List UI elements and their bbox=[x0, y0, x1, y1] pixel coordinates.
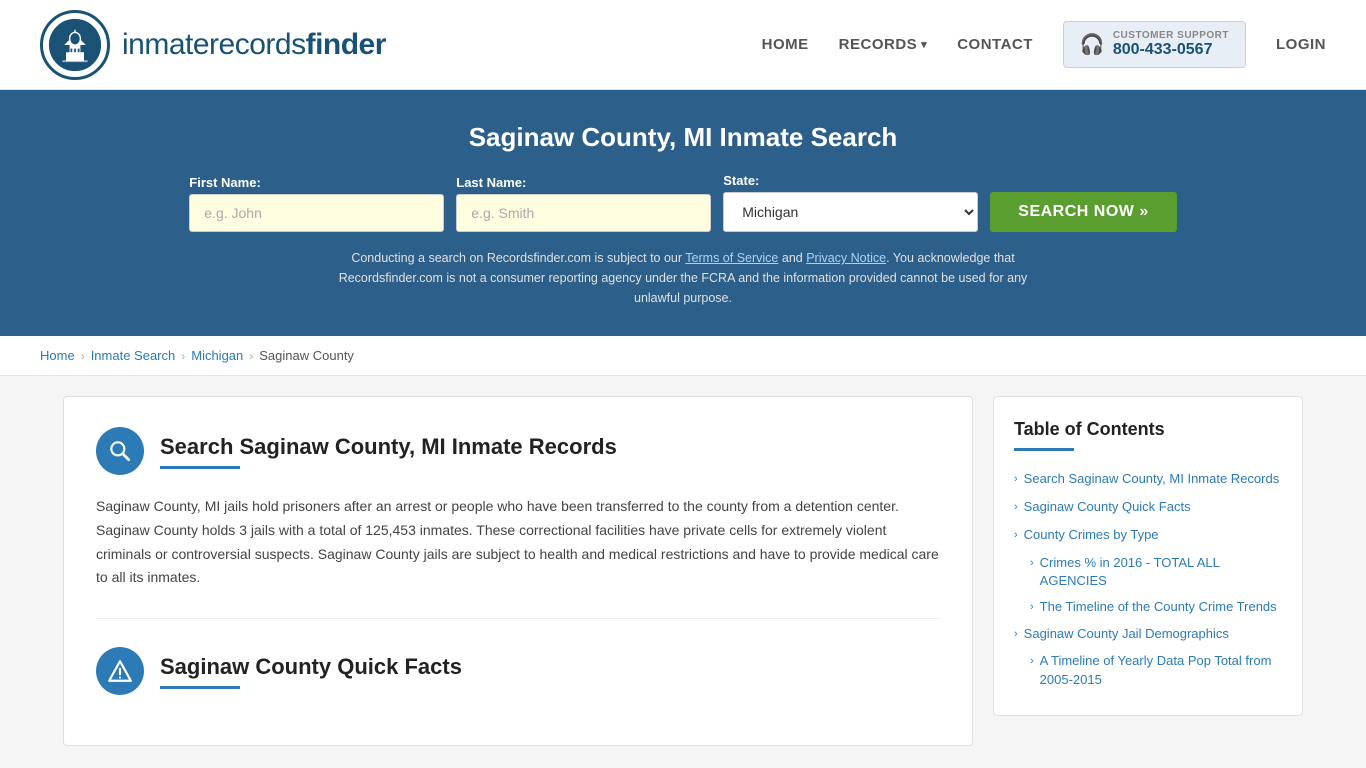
section2-underline bbox=[160, 686, 240, 689]
first-name-label: First Name: bbox=[189, 175, 261, 190]
headphone-icon: 🎧 bbox=[1080, 32, 1105, 57]
search-form: First Name: Last Name: State: Michigan A… bbox=[40, 173, 1326, 232]
logo-icon bbox=[40, 10, 110, 80]
state-label: State: bbox=[723, 173, 759, 188]
nav-records-label: RECORDS bbox=[839, 36, 918, 53]
toc-box: Table of Contents › Search Saginaw Count… bbox=[993, 396, 1303, 716]
search-button[interactable]: SEARCH NOW » bbox=[990, 192, 1176, 232]
toc-subitem-2[interactable]: › The Timeline of the County Crime Trend… bbox=[1014, 594, 1282, 620]
toc-title: Table of Contents bbox=[1014, 419, 1282, 440]
section1-title: Search Saginaw County, MI Inmate Records bbox=[160, 434, 617, 460]
section1-underline bbox=[160, 466, 240, 469]
sidebar: Table of Contents › Search Saginaw Count… bbox=[993, 396, 1303, 746]
breadcrumb-sep-1: › bbox=[81, 349, 85, 363]
first-name-group: First Name: bbox=[189, 175, 444, 232]
section1-body: Saginaw County, MI jails hold prisoners … bbox=[96, 495, 940, 590]
toc-subitem-3[interactable]: › A Timeline of Yearly Data Pop Total fr… bbox=[1014, 648, 1282, 692]
section-divider bbox=[96, 618, 940, 619]
toc-chevron-icon-2: › bbox=[1014, 500, 1018, 515]
breadcrumb-michigan[interactable]: Michigan bbox=[191, 348, 243, 363]
breadcrumb-sep-2: › bbox=[181, 349, 185, 363]
breadcrumb: Home › Inmate Search › Michigan › Sagina… bbox=[0, 336, 1366, 376]
search-icon-circle bbox=[96, 427, 144, 475]
toc-chevron-icon-7: › bbox=[1030, 654, 1034, 669]
hero-title: Saginaw County, MI Inmate Search bbox=[40, 122, 1326, 153]
toc-item-4[interactable]: › Saginaw County Jail Demographics bbox=[1014, 620, 1282, 648]
state-group: State: Michigan Alabama Alaska Arizona C… bbox=[723, 173, 978, 232]
nav-login[interactable]: LOGIN bbox=[1276, 36, 1326, 53]
section2-header: Saginaw County Quick Facts bbox=[96, 647, 940, 695]
last-name-input[interactable] bbox=[456, 194, 711, 232]
hero-disclaimer: Conducting a search on Recordsfinder.com… bbox=[333, 248, 1033, 308]
terms-of-service-link[interactable]: Terms of Service bbox=[685, 251, 778, 265]
toc-chevron-icon-5: › bbox=[1030, 600, 1034, 615]
main-content: Search Saginaw County, MI Inmate Records… bbox=[43, 396, 1323, 746]
main-nav: HOME RECORDS ▾ CONTACT 🎧 CUSTOMER SUPPOR… bbox=[762, 21, 1326, 68]
toc-item-1[interactable]: › Search Saginaw County, MI Inmate Recor… bbox=[1014, 465, 1282, 493]
support-number: 800-433-0567 bbox=[1113, 41, 1213, 59]
state-select[interactable]: Michigan Alabama Alaska Arizona Californ… bbox=[723, 192, 978, 232]
site-header: inmaterecordsfinder HOME RECORDS ▾ CONTA… bbox=[0, 0, 1366, 90]
toc-item-3[interactable]: › County Crimes by Type bbox=[1014, 521, 1282, 549]
logo-text: inmaterecordsfinder bbox=[122, 28, 386, 62]
toc-chevron-icon-1: › bbox=[1014, 472, 1018, 487]
section2-title: Saginaw County Quick Facts bbox=[160, 654, 462, 680]
breadcrumb-current: Saginaw County bbox=[259, 348, 354, 363]
toc-chevron-icon-6: › bbox=[1014, 627, 1018, 642]
alert-icon bbox=[107, 658, 133, 684]
section1-header: Search Saginaw County, MI Inmate Records bbox=[96, 427, 940, 475]
last-name-label: Last Name: bbox=[456, 175, 526, 190]
support-text: CUSTOMER SUPPORT 800-433-0567 bbox=[1113, 30, 1229, 59]
toc-subitem-1[interactable]: › Crimes % in 2016 - TOTAL ALL AGENCIES bbox=[1014, 550, 1282, 594]
chevron-down-icon: ▾ bbox=[921, 38, 927, 51]
nav-contact[interactable]: CONTACT bbox=[957, 36, 1033, 53]
breadcrumb-sep-3: › bbox=[249, 349, 253, 363]
breadcrumb-home[interactable]: Home bbox=[40, 348, 75, 363]
breadcrumb-inmate-search[interactable]: Inmate Search bbox=[91, 348, 176, 363]
toc-divider bbox=[1014, 448, 1074, 451]
article: Search Saginaw County, MI Inmate Records… bbox=[63, 396, 973, 746]
toc-chevron-icon-3: › bbox=[1014, 528, 1018, 543]
privacy-notice-link[interactable]: Privacy Notice bbox=[806, 251, 886, 265]
logo-area: inmaterecordsfinder bbox=[40, 10, 386, 80]
hero-section: Saginaw County, MI Inmate Search First N… bbox=[0, 90, 1366, 336]
nav-records[interactable]: RECORDS ▾ bbox=[839, 36, 928, 53]
support-box[interactable]: 🎧 CUSTOMER SUPPORT 800-433-0567 bbox=[1063, 21, 1246, 68]
toc-item-2[interactable]: › Saginaw County Quick Facts bbox=[1014, 493, 1282, 521]
toc-chevron-icon-4: › bbox=[1030, 556, 1034, 571]
first-name-input[interactable] bbox=[189, 194, 444, 232]
last-name-group: Last Name: bbox=[456, 175, 711, 232]
alert-icon-circle bbox=[96, 647, 144, 695]
support-label: CUSTOMER SUPPORT bbox=[1113, 30, 1229, 41]
nav-home[interactable]: HOME bbox=[762, 36, 809, 53]
search-icon bbox=[107, 438, 133, 464]
